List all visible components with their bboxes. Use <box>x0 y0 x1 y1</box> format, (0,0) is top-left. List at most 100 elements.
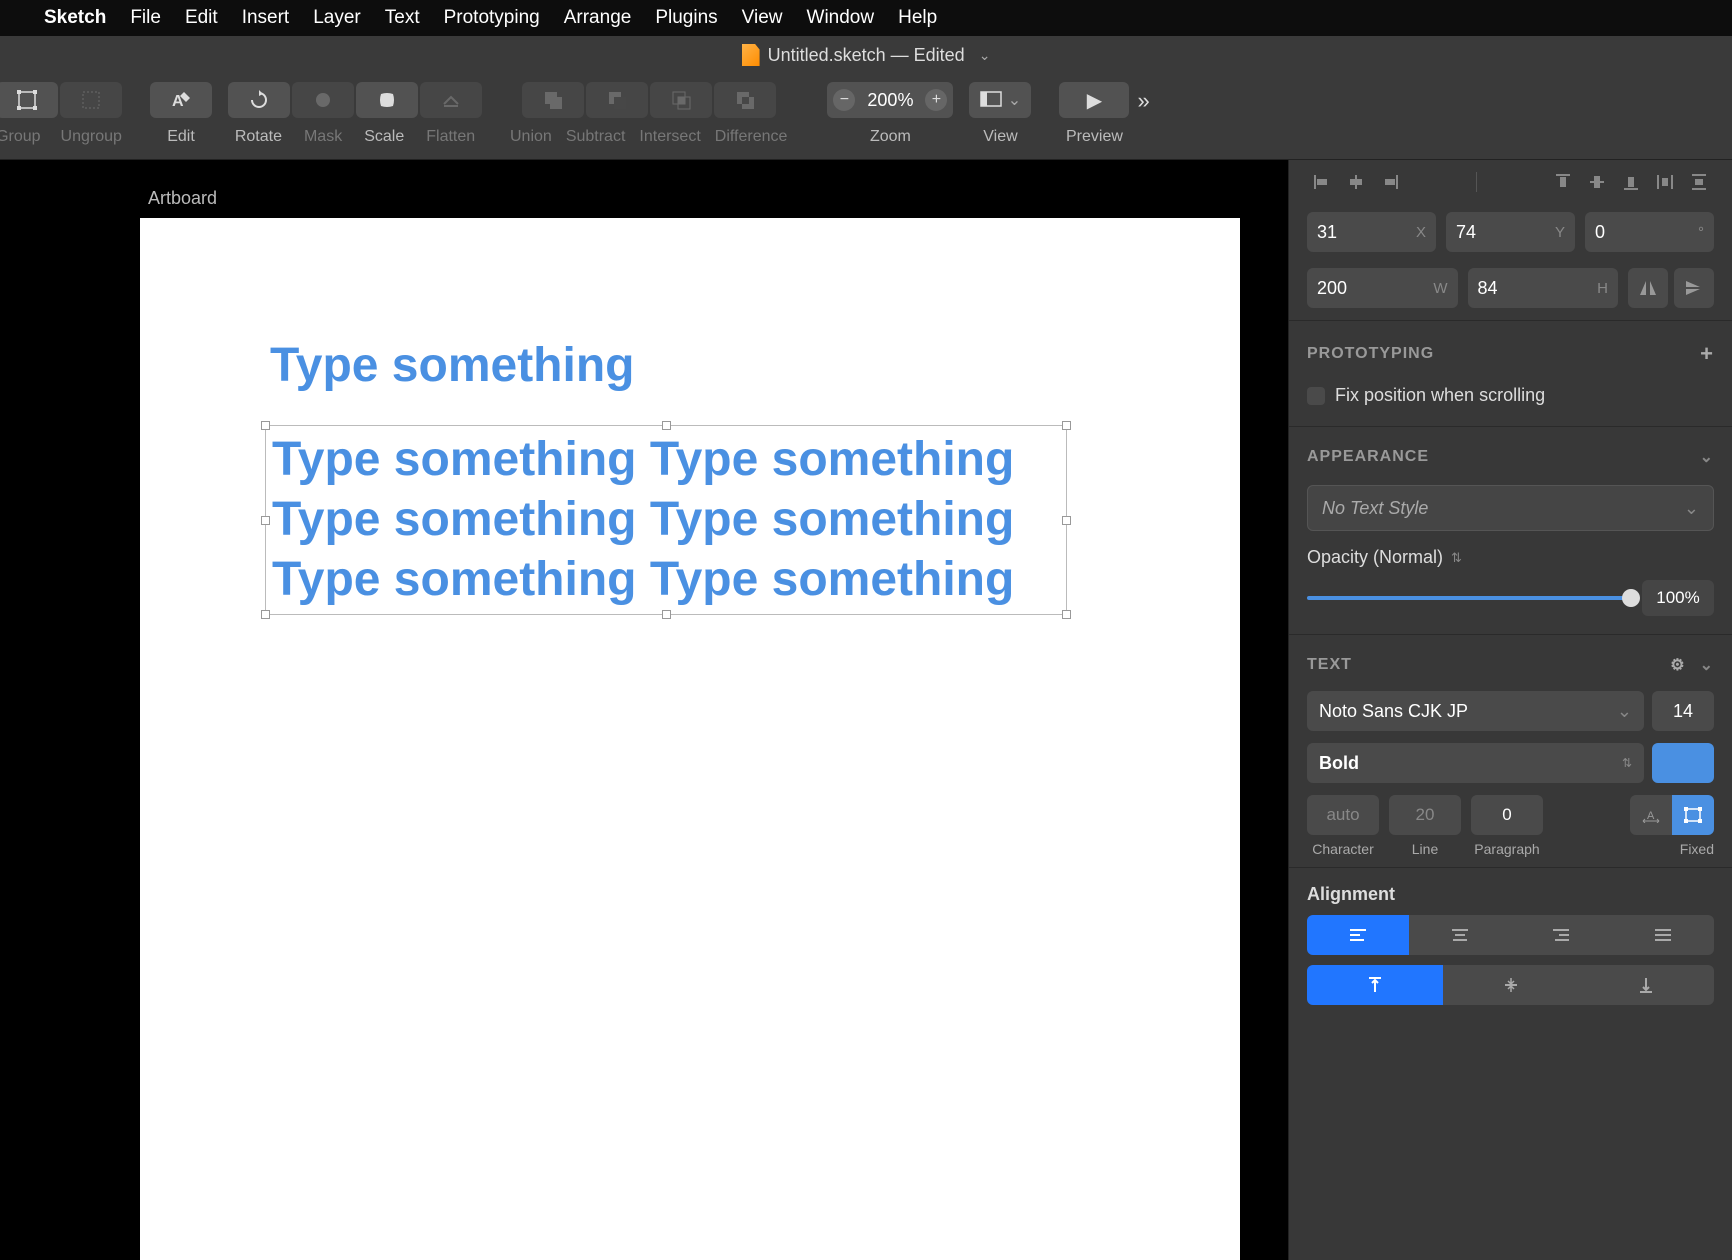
flip-vertical-button[interactable] <box>1674 268 1714 308</box>
appearance-chevron-icon[interactable]: ⌄ <box>1700 447 1714 467</box>
menu-insert[interactable]: Insert <box>242 7 290 29</box>
text-layer-2-selected[interactable]: Type something Type something Type somet… <box>265 425 1067 615</box>
toolbar-overflow-icon[interactable]: » <box>1137 88 1149 114</box>
ungroup-button[interactable] <box>60 82 122 118</box>
selection-handle[interactable] <box>662 421 671 430</box>
y-input[interactable] <box>1456 222 1506 243</box>
union-button[interactable] <box>522 82 584 118</box>
text-fixed-button[interactable] <box>1672 795 1714 835</box>
text-auto-width-button[interactable]: A <box>1630 795 1672 835</box>
add-prototype-icon[interactable]: + <box>1700 341 1714 367</box>
menu-view[interactable]: View <box>742 7 783 29</box>
flatten-button[interactable] <box>420 82 482 118</box>
text-settings-gear-icon[interactable]: ⚙ <box>1670 655 1685 675</box>
text-color-swatch[interactable] <box>1652 743 1714 783</box>
distribute-h-icon[interactable] <box>1650 170 1680 194</box>
group-button[interactable] <box>0 82 58 118</box>
font-weight-select[interactable]: Bold ⇅ <box>1307 743 1644 783</box>
align-center-h-icon[interactable] <box>1341 170 1371 194</box>
align-bottom-icon[interactable] <box>1616 170 1646 194</box>
menu-file[interactable]: File <box>130 7 161 29</box>
opacity-stepper-icon[interactable]: ⇅ <box>1451 550 1462 566</box>
subtract-button[interactable] <box>586 82 648 118</box>
selection-handle[interactable] <box>261 516 270 525</box>
menu-plugins[interactable]: Plugins <box>655 7 717 29</box>
height-field[interactable]: H <box>1468 268 1619 308</box>
prototyping-header: PROTOTYPING <box>1307 345 1434 363</box>
fix-position-checkbox[interactable] <box>1307 387 1325 405</box>
selection-handle[interactable] <box>261 421 270 430</box>
view-label: View <box>983 128 1017 146</box>
align-top-icon[interactable] <box>1548 170 1578 194</box>
stepper-icon: ⇅ <box>1622 756 1632 770</box>
selection-handle[interactable] <box>1062 516 1071 525</box>
paragraph-spacing-field[interactable]: 0 <box>1471 795 1543 835</box>
text-align-left-button[interactable] <box>1307 915 1409 955</box>
group-label: Group <box>0 128 41 146</box>
font-family-select[interactable]: Noto Sans CJK JP ⌄ <box>1307 691 1644 731</box>
x-field[interactable]: X <box>1307 212 1436 252</box>
edit-label: Edit <box>167 128 195 146</box>
intersect-button[interactable] <box>650 82 712 118</box>
menu-arrange[interactable]: Arrange <box>564 7 632 29</box>
preview-button[interactable]: ▶ <box>1059 82 1129 118</box>
opacity-value[interactable]: 100% <box>1642 580 1714 616</box>
chevron-down-icon: ⌄ <box>1684 498 1699 519</box>
flip-horizontal-button[interactable] <box>1628 268 1668 308</box>
width-field[interactable]: W <box>1307 268 1458 308</box>
selection-handle[interactable] <box>1062 421 1071 430</box>
text-align-right-button[interactable] <box>1511 915 1613 955</box>
artboard[interactable]: Type something Type something Type somet… <box>140 218 1240 1260</box>
align-left-icon[interactable] <box>1307 170 1337 194</box>
edit-button[interactable]: A <box>150 82 212 118</box>
text-section-chevron-icon[interactable]: ⌄ <box>1700 655 1714 675</box>
opacity-slider-thumb[interactable] <box>1622 589 1640 607</box>
text-style-value: No Text Style <box>1322 498 1428 519</box>
canvas[interactable]: Artboard Type something Type something T… <box>0 160 1288 1260</box>
mask-button[interactable] <box>292 82 354 118</box>
x-input[interactable] <box>1317 222 1367 243</box>
rotation-input[interactable] <box>1595 222 1645 243</box>
menu-window[interactable]: Window <box>807 7 875 29</box>
zoom-value[interactable]: 200% <box>863 90 917 111</box>
menu-help[interactable]: Help <box>898 7 937 29</box>
distribute-v-icon[interactable] <box>1684 170 1714 194</box>
text-align-center-button[interactable] <box>1409 915 1511 955</box>
width-input[interactable] <box>1317 278 1367 299</box>
text-valign-middle-button[interactable] <box>1443 965 1579 1005</box>
difference-button[interactable] <box>714 82 776 118</box>
text-style-select[interactable]: No Text Style ⌄ <box>1307 485 1714 531</box>
selection-handle[interactable] <box>662 610 671 619</box>
y-field[interactable]: Y <box>1446 212 1575 252</box>
text-valign-bottom-button[interactable] <box>1578 965 1714 1005</box>
opacity-slider[interactable] <box>1307 596 1632 600</box>
scale-button[interactable] <box>356 82 418 118</box>
chevron-down-icon[interactable]: ⌄ <box>979 47 991 64</box>
window-title-bar: Untitled.sketch — Edited ⌄ <box>0 36 1732 74</box>
text-layer-1[interactable]: Type something <box>270 338 634 393</box>
view-button[interactable]: ⌄ <box>969 82 1031 118</box>
menu-layer[interactable]: Layer <box>313 7 361 29</box>
menu-prototyping[interactable]: Prototyping <box>444 7 540 29</box>
rotate-button[interactable] <box>228 82 290 118</box>
rotation-field[interactable]: ° <box>1585 212 1714 252</box>
selection-handle[interactable] <box>261 610 270 619</box>
selection-handle[interactable] <box>1062 610 1071 619</box>
zoom-in-button[interactable]: + <box>925 89 947 111</box>
app-menu[interactable]: Sketch <box>44 7 106 29</box>
height-input[interactable] <box>1478 278 1528 299</box>
line-spacing-field[interactable]: 20 <box>1389 795 1461 835</box>
text-valign-top-button[interactable] <box>1307 965 1443 1005</box>
text-align-justify-button[interactable] <box>1612 915 1714 955</box>
zoom-out-button[interactable]: − <box>833 89 855 111</box>
menu-edit[interactable]: Edit <box>185 7 218 29</box>
align-middle-icon[interactable] <box>1582 170 1612 194</box>
character-spacing-field[interactable]: auto <box>1307 795 1379 835</box>
text-layer-2-content[interactable]: Type something Type something Type somet… <box>272 430 1060 610</box>
appearance-header: APPEARANCE <box>1307 448 1429 466</box>
align-right-icon[interactable] <box>1375 170 1405 194</box>
font-size-field[interactable]: 14 <box>1652 691 1714 731</box>
text-mode-label: Fixed <box>1680 841 1714 857</box>
artboard-label[interactable]: Artboard <box>148 188 217 209</box>
menu-text[interactable]: Text <box>385 7 420 29</box>
